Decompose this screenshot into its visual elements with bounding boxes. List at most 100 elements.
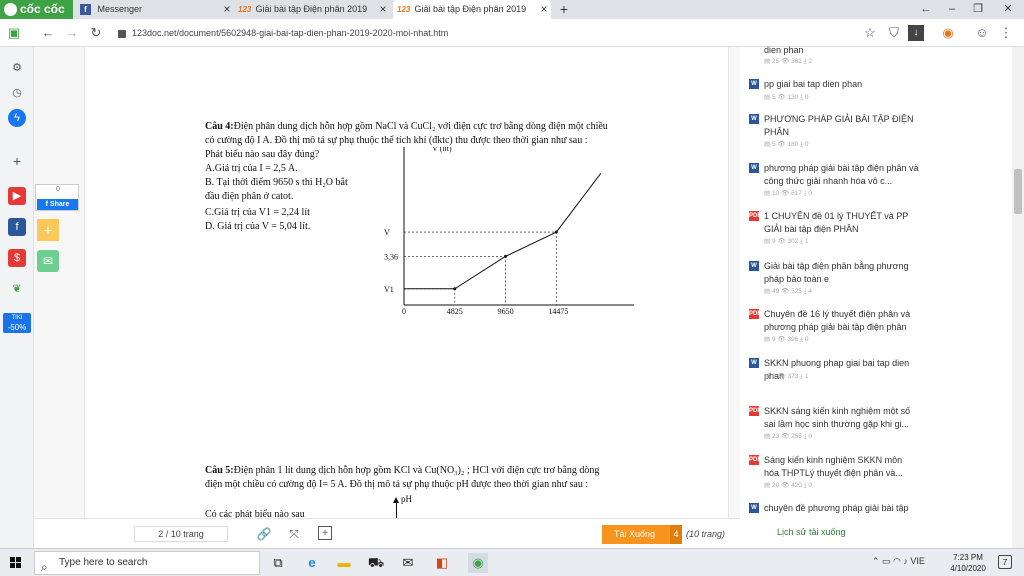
reload-button[interactable]: ↻ — [86, 23, 106, 43]
stat-downloads: 0 — [804, 141, 809, 148]
related-item-stats: ▤ 5 👁 180 ⤓ 0 — [764, 140, 808, 149]
eye-icon: 👁 — [779, 482, 792, 489]
tab-giai-bai-tap-1[interactable]: 123 Giải bài tập Điện phân 2019 × — [236, 0, 390, 19]
mail-icon[interactable]: ✉ — [398, 553, 418, 573]
related-item-title[interactable]: Chuyên đề 16 lý thuyết điện phân và phươ… — [764, 308, 919, 333]
eye-icon: 👁 — [779, 288, 792, 295]
leaf-icon[interactable]: ❦ — [8, 280, 26, 298]
stat-views: 180 — [787, 141, 799, 148]
eye-icon: 👁 — [775, 93, 788, 101]
related-item-stats: ▤ 9 👁 302 ⤓ 1 — [764, 237, 808, 246]
edge-icon[interactable]: e — [302, 553, 322, 573]
messenger-icon[interactable]: ϟ — [8, 109, 26, 127]
link-icon[interactable]: 🔗 — [256, 526, 272, 542]
task-view-icon[interactable]: ⧉ — [268, 553, 288, 573]
screen: cốc cốc f Messenger × 123 Giải bài tập Đ… — [0, 0, 1024, 576]
tab-giai-bai-tap-active[interactable]: 123 Giải bài tập Điện phân 2019 × — [393, 0, 551, 19]
word-file-icon: W — [749, 163, 759, 173]
related-item-title[interactable]: chuyên đề phương pháp giải bài tập — [764, 502, 919, 515]
minimize-button[interactable]: – — [938, 0, 966, 19]
eye-icon: 👁 — [775, 238, 788, 245]
add-page-icon[interactable]: + — [318, 526, 332, 540]
related-item-title[interactable]: Sáng kiến kinh nghiệm SKKN môn hóa THPTL… — [764, 454, 919, 479]
brand-name: cốc cốc — [20, 2, 65, 16]
forward-button[interactable]: → — [62, 23, 82, 43]
address-bar[interactable]: 123doc.net/document/5602948-giai-bai-tap… — [112, 23, 842, 43]
related-item-title[interactable]: pp giai bai tap dien phan — [764, 78, 919, 91]
page-indicator[interactable]: 2 / 10 trang — [134, 526, 228, 542]
youtube-icon[interactable]: ▶ — [8, 187, 26, 205]
file-icon: ▤ — [764, 93, 772, 101]
related-item-title[interactable]: Giải bài tập điện phân bằng phương pháp … — [764, 260, 919, 285]
bookmark-star-icon[interactable]: ☆ — [860, 23, 880, 43]
related-item-title[interactable]: SKKN sáng kiến kinh nghiệm một số sai lầ… — [764, 405, 919, 430]
windows-start-icon[interactable] — [10, 557, 22, 569]
close-tab-icon[interactable]: × — [220, 0, 234, 19]
ph-axis-arrow-icon — [393, 497, 399, 503]
coccoc-taskbar-icon[interactable]: ◉ — [468, 553, 488, 573]
fullscreen-icon[interactable]: ⤧ — [286, 526, 302, 542]
plus-widget-icon[interactable]: + — [37, 219, 59, 241]
tab-messenger[interactable]: f Messenger × — [78, 0, 234, 19]
store-icon[interactable]: ⛟ — [366, 553, 386, 573]
stat-views: 396 — [787, 336, 799, 343]
sidebar-toggle-icon[interactable]: ▣ — [4, 23, 24, 43]
stat-views: 362 — [791, 58, 802, 65]
chat-icon[interactable]: ✉ — [37, 250, 59, 272]
profile-icon[interactable]: ☺ — [972, 23, 992, 43]
related-item-title[interactable]: phương pháp giải bài tập điện phân và cô… — [764, 162, 919, 187]
download-history-link[interactable]: Lịch sử tải xuống — [777, 527, 846, 537]
taskbar-search-box[interactable]: ⌕ Type here to search — [34, 551, 260, 575]
file-icon: ▤ — [764, 433, 772, 440]
stat-downloads: 0 — [808, 433, 813, 440]
share-count: 0 — [56, 186, 60, 193]
facebook-icon[interactable]: f — [8, 218, 26, 236]
download-button[interactable]: Tải Xuống 4 — [602, 525, 682, 544]
coccoc-menu-button[interactable]: cốc cốc — [0, 0, 73, 19]
file-explorer-icon[interactable]: ▬ — [334, 553, 354, 573]
site-123doc-icon: 123 — [238, 5, 252, 15]
office-icon[interactable]: ◧ — [432, 553, 452, 573]
extension-icon[interactable]: ◉ — [938, 23, 958, 43]
maximize-button[interactable]: ❐ — [964, 0, 992, 19]
language-indicator[interactable]: VIE — [910, 556, 925, 566]
close-tab-icon[interactable]: × — [537, 0, 551, 19]
facebook-share-button[interactable]: f Share — [37, 199, 78, 210]
notification-icon[interactable]: 7 — [998, 555, 1012, 569]
related-item-title[interactable]: PHƯƠNG PHÁP GIẢI BÀI TẬP ĐIỆN PHÂN — [764, 113, 919, 138]
y-tick-label: 3,36 — [384, 252, 398, 261]
close-tab-icon[interactable]: × — [376, 0, 390, 19]
scrollbar[interactable] — [1012, 47, 1024, 548]
back-button[interactable]: ← — [38, 23, 58, 43]
related-item-title[interactable]: dien phan — [764, 44, 919, 57]
new-tab-button[interactable]: + — [556, 0, 572, 19]
download-icon[interactable]: ↓ — [908, 25, 924, 41]
close-window-button[interactable]: ✕ — [994, 0, 1022, 19]
x-tick-label: 14475 — [548, 307, 568, 316]
shield-icon[interactable]: ⛉ — [884, 23, 904, 43]
related-item-stats: ▤ 20 👁 420 ⤓ 0 — [764, 481, 812, 490]
history-icon[interactable]: ◷ — [8, 84, 26, 102]
pdf-file-icon: PDF — [749, 211, 761, 221]
q4-line1: Câu 4:Điện phân dung dịch hỗn hợp gồm Na… — [205, 121, 608, 132]
tab-search-icon[interactable]: ← — [912, 0, 940, 19]
tray-icons[interactable]: ⌃ ▭ ◠ ♪ — [872, 556, 910, 566]
q5-label: Câu 5: — [205, 465, 234, 476]
windows-taskbar: ⌕ Type here to search ⧉ e ▬ ⛟ ✉ ◧ ◉ ⌃ ▭ … — [0, 548, 1024, 576]
add-icon[interactable]: + — [8, 152, 26, 170]
volume-line — [404, 172, 602, 290]
download-count: 4 — [670, 525, 682, 544]
stat-downloads: 0 — [808, 482, 813, 489]
settings-icon[interactable]: ⚙ — [8, 59, 26, 77]
discount-icon[interactable]: TIKI -50% — [3, 313, 31, 333]
pdf-file-icon: PDF — [749, 406, 761, 416]
scrollbar-thumb[interactable] — [1014, 169, 1022, 214]
shopping-icon[interactable]: $ — [8, 249, 26, 267]
menu-icon[interactable]: ⋮ — [996, 23, 1016, 43]
eye-icon: 👁 — [775, 336, 788, 343]
q4-option-c: C.Giá trị của V1 = 2,24 lít — [205, 207, 310, 218]
related-item-title[interactable]: 1 CHUYÊN đề 01 lý THUYẾT và PP GIẢI bài … — [764, 210, 919, 235]
stat-views: 255 — [791, 433, 802, 440]
clock[interactable]: 7:23 PM 4/10/2020 — [944, 552, 992, 574]
x-tick-label: 9650 — [498, 307, 514, 316]
